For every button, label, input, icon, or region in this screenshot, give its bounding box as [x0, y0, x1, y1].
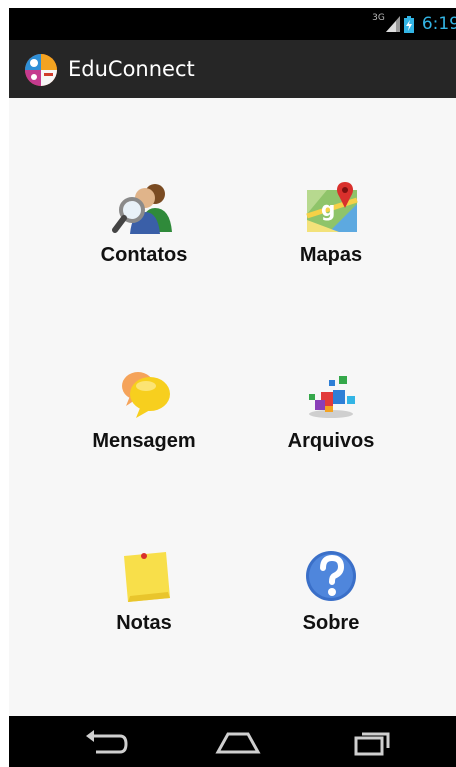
menu-label: Mensagem — [92, 430, 196, 452]
phone-screen: 3G 6:19 EduConnect Contatos g Mapas Mens… — [9, 8, 456, 767]
contacts-icon — [112, 184, 172, 234]
menu-item-contatos[interactable]: Contatos — [69, 180, 219, 300]
menu-label: Notas — [116, 612, 172, 634]
help-icon — [306, 551, 356, 601]
network-type: 3G — [372, 13, 385, 23]
recent-apps-icon[interactable] — [352, 726, 396, 758]
menu-item-arquivos[interactable]: Arquivos — [256, 366, 406, 486]
status-bar: 3G 6:19 — [9, 8, 456, 40]
signal-icon — [385, 16, 400, 32]
notes-icon — [124, 552, 170, 602]
menu-item-notas[interactable]: Notas — [69, 548, 219, 668]
messages-icon — [122, 372, 170, 418]
menu-item-sobre[interactable]: Sobre — [256, 548, 406, 668]
menu-label: Mapas — [299, 244, 363, 266]
home-icon[interactable] — [214, 726, 262, 758]
status-clock: 6:19 — [421, 14, 456, 34]
menu-label: Sobre — [302, 612, 360, 634]
menu-item-mensagem[interactable]: Mensagem — [69, 366, 219, 486]
menu-label: Arquivos — [287, 430, 375, 452]
app-logo-icon[interactable] — [24, 53, 58, 87]
files-icon — [309, 376, 355, 418]
action-bar: EduConnect — [9, 40, 456, 98]
menu-grid: Contatos g Mapas Mensagem Arquivos Notas… — [9, 98, 456, 716]
back-icon[interactable] — [84, 726, 128, 758]
svg-text:g: g — [321, 197, 335, 221]
menu-item-mapas[interactable]: g Mapas — [256, 180, 406, 300]
battery-icon — [403, 15, 414, 33]
app-title: EduConnect — [68, 57, 195, 81]
navigation-bar — [9, 716, 456, 767]
menu-label: Contatos — [100, 244, 188, 266]
maps-icon: g — [306, 182, 358, 232]
